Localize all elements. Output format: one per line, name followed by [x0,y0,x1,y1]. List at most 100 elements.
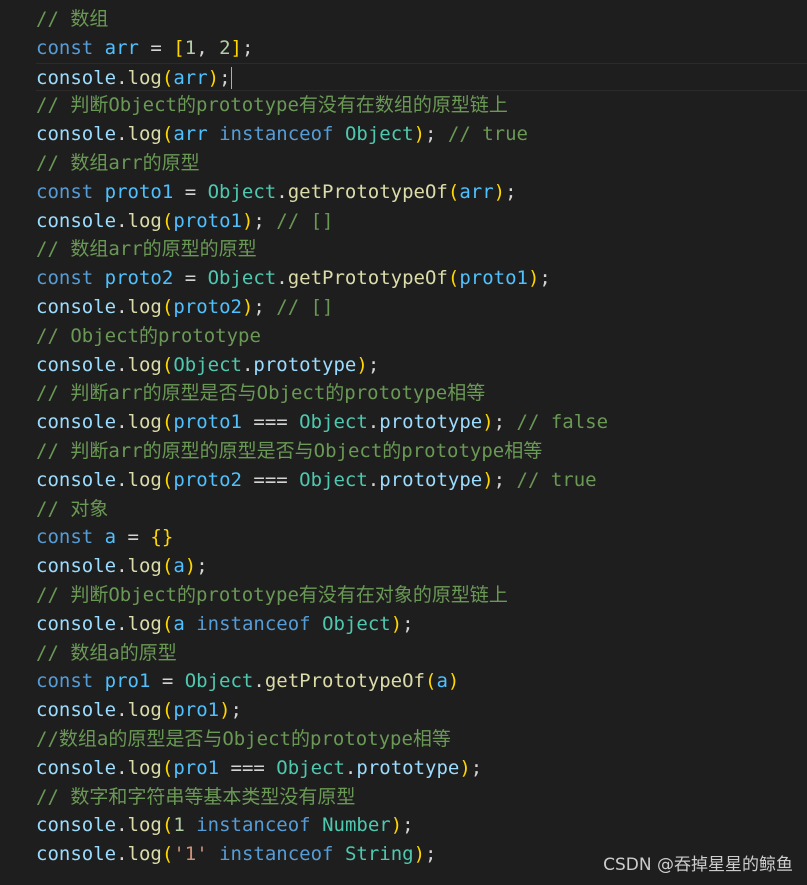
code-token: log [127,209,162,232]
code-token: console [36,814,117,837]
code-line[interactable]: // Object的prototype [36,322,807,351]
code-token: . [116,66,128,89]
code-token: ; [219,66,231,89]
code-token: ( [424,670,437,693]
code-token: ; [242,36,254,59]
code-line[interactable]: // 数组arr的原型 [36,149,807,178]
code-token: console [36,699,117,722]
code-token: ) [413,123,426,146]
code-token: a [436,670,448,693]
code-token: ) [527,267,540,290]
code-line[interactable]: const proto2 = Object.getPrototypeOf(pro… [36,264,807,293]
code-line[interactable]: // 判断arr的原型的原型是否与Object的prototype相等 [36,437,807,466]
code-token: ( [161,843,174,866]
code-token: // 判断arr的原型的原型是否与Object的prototype相等 [36,439,543,462]
code-token: // 数组 [36,8,109,30]
code-token: console [36,295,117,318]
code-token: ; [425,843,437,866]
code-line[interactable]: console.log(pro1); [36,696,807,725]
code-token: Object [322,612,391,635]
code-line[interactable]: console.log(a); [36,552,807,581]
code-token: ; [402,814,414,837]
code-token: ) [356,353,368,376]
code-line[interactable]: console.log(proto1 === Object.prototype)… [36,408,807,437]
code-token: = [138,36,174,59]
code-token: ) [413,843,426,866]
code-token: // 判断Object的prototype有没有在对象的原型链上 [36,583,508,606]
code-token: {} [150,526,174,549]
code-token: log [127,353,162,376]
code-token: ) [184,555,197,578]
code-line[interactable]: // 判断Object的prototype有没有在数组的原型链上 [36,91,807,120]
code-token: 1 [184,36,197,59]
code-token: log [127,756,162,779]
code-lines[interactable]: // 数组 const arr = [1, 2]; console.log(arr)… [36,5,807,869]
code-token: prototype [379,468,483,491]
code-line[interactable]: const a = {} [36,523,807,552]
code-line[interactable]: const arr = [1, 2]; [36,34,807,63]
code-token: . [241,353,254,376]
code-token: pro1 [173,756,220,779]
code-token: prototype [356,756,460,779]
code-token: ; [230,699,242,722]
code-line[interactable]: console.log(pro1 === Object.prototype); [36,754,807,783]
code-line[interactable]: console.log(a instanceof Object); [36,610,807,639]
code-token: // 对象 [36,497,109,520]
code-token: //数组a的原型是否与Object的prototype相等 [36,727,451,750]
code-line[interactable]: console.log(proto1); // [] [36,207,807,236]
code-token: arr [173,123,208,146]
code-line[interactable]: // 对象 [36,495,807,524]
code-line[interactable]: // 数字和字符串等基本类型没有原型 [36,783,807,812]
code-editor[interactable]: // 数组 const arr = [1, 2]; console.log(arr)… [0,0,807,885]
code-line[interactable]: // 判断Object的prototype有没有在对象的原型链上 [36,581,807,610]
code-token: pro1 [104,670,151,693]
code-token: console [36,209,117,232]
code-token: . [367,468,380,491]
code-token: ( [161,814,174,837]
code-line-active[interactable]: console.log(arr); [36,62,807,92]
code-token: proto2 [104,267,174,290]
code-token: [ [173,36,185,59]
code-token: console [36,123,117,146]
code-line[interactable]: const proto1 = Object.getPrototypeOf(arr… [36,178,807,207]
code-token: . [116,555,128,578]
code-token: // Object的prototype [36,324,261,347]
code-token: console [36,555,117,578]
code-token: ] [230,36,242,59]
code-token: prototype [253,353,357,376]
code-line[interactable]: // 判断arr的原型是否与Object的prototype相等 [36,379,807,408]
code-token: a [173,555,185,578]
code-line[interactable]: const pro1 = Object.getPrototypeOf(a) [36,667,807,696]
code-line[interactable]: //数组a的原型是否与Object的prototype相等 [36,725,807,754]
code-line[interactable]: // 数组arr的原型的原型 [36,235,807,264]
code-token: ; [493,468,517,491]
code-token: console [36,411,117,434]
code-token: ; [505,180,517,203]
code-token: instanceof [196,612,311,635]
code-token: ( [447,180,460,203]
code-line[interactable]: // 数组 [36,5,807,34]
code-line[interactable]: console.log(arr instanceof Object); // t… [36,120,807,149]
code-token: . [116,612,128,635]
code-token: ( [161,468,174,491]
code-line[interactable]: console.log(Object.prototype); [36,351,807,380]
code-token: Object [299,411,368,434]
code-line[interactable]: console.log(proto2 === Object.prototype)… [36,466,807,495]
code-line[interactable]: console.log(1 instanceof Number); [36,811,807,840]
code-line[interactable]: console.log(proto2); // [] [36,293,807,322]
code-token: ) [241,295,254,318]
code-token: log [127,843,162,866]
code-token: a [173,612,185,635]
code-token: a [104,526,117,549]
code-token: ; [402,612,414,635]
code-token: . [276,267,288,290]
code-token: ; [196,555,208,578]
code-token: log [127,814,162,837]
code-line[interactable]: // 数组a的原型 [36,639,807,668]
code-token: console [36,468,117,491]
code-token: . [116,814,128,837]
code-token: console [36,353,117,376]
code-token: console [36,612,117,635]
code-token: Object [207,267,277,290]
